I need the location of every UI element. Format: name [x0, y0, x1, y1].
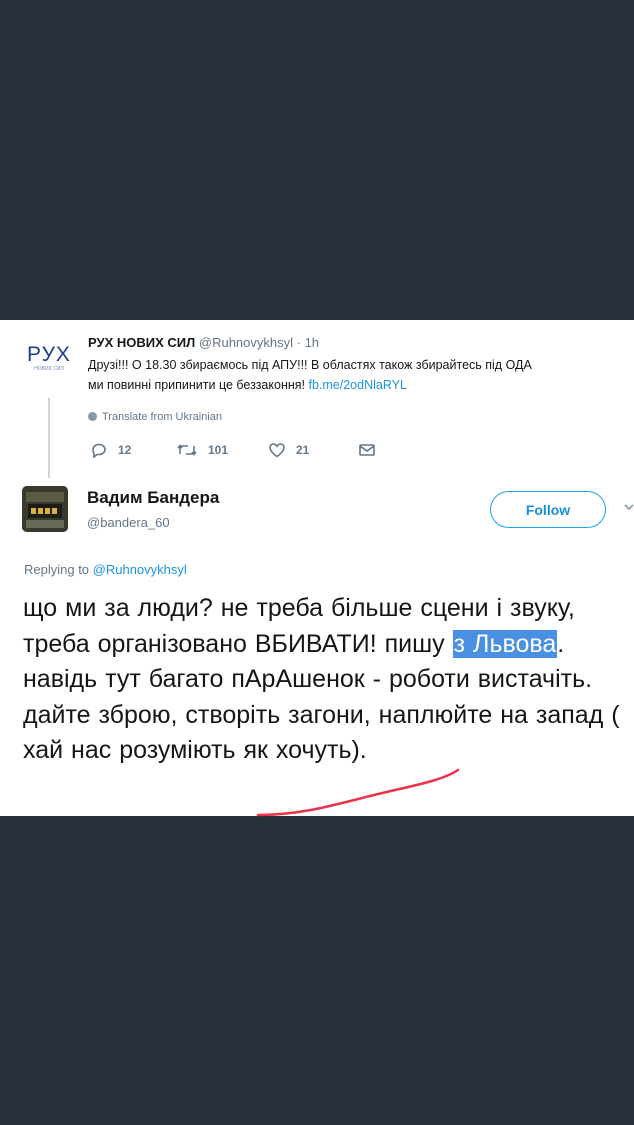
reply-icon — [92, 443, 106, 458]
tweet1-author-name[interactable]: РУХ НОВИХ СИЛ — [88, 335, 195, 350]
tweet2-author-handle[interactable]: @bandera_60 — [87, 515, 170, 530]
message-action[interactable] — [358, 442, 386, 458]
tweet1-text: Друзі!!! О 18.30 збираємось під АПУ!!! В… — [88, 355, 634, 395]
heart-icon — [269, 443, 285, 458]
reply-count: 12 — [118, 443, 132, 457]
tweet1-text-line1: Друзі!!! О 18.30 збираємось під АПУ!!! В… — [88, 358, 532, 372]
highlighted-text: з Львова — [452, 629, 558, 658]
like-action[interactable]: 21 — [268, 442, 309, 458]
tweet1-author-handle[interactable]: @Ruhnovykhsyl — [199, 335, 293, 350]
logo-subtext: НОВИХ СИЛ — [34, 366, 64, 372]
chevron-down-icon[interactable] — [624, 504, 634, 512]
tweet1-header: РУХ НОВИХ СИЛ @Ruhnovykhsyl · 1h — [88, 335, 319, 350]
replying-to: Replying to @Ruhnovykhsyl — [24, 562, 187, 577]
tweet1-text-line2: ми повинні припинити це беззаконня! — [88, 378, 305, 392]
avatar-image — [22, 486, 68, 532]
replying-mention[interactable]: @Ruhnovykhsyl — [93, 562, 187, 577]
like-count: 21 — [296, 443, 310, 457]
replying-prefix: Replying to — [24, 562, 93, 577]
globe-icon — [88, 412, 97, 421]
translate-label: Translate from Ukrainian — [102, 411, 223, 423]
tweet2-text: що ми за люди? не треба більше сцени і з… — [23, 591, 631, 769]
logo-text: РУХ — [27, 343, 71, 366]
ruh-logo[interactable]: РУХ НОВИХ СИЛ — [24, 344, 74, 378]
thread-line — [48, 398, 50, 478]
retweet-count: 101 — [208, 443, 229, 457]
translate-link[interactable]: Translate from Ukrainian — [88, 411, 222, 423]
tweet1-link[interactable]: fb.me/2odNlaRYL — [308, 378, 406, 392]
tweet1-text-line2-wrap: ми повинні припинити це беззаконня! fb.m… — [88, 375, 634, 395]
reply-action[interactable]: 12 — [90, 442, 131, 458]
tweet1-separator: · — [293, 335, 305, 350]
avatar[interactable] — [22, 486, 68, 532]
follow-button[interactable]: Follow — [490, 491, 606, 528]
retweet-icon — [177, 444, 197, 456]
tweet2-author-name[interactable]: Вадим Бандера — [87, 488, 219, 508]
envelope-icon — [359, 444, 375, 456]
retweet-action[interactable]: 101 — [176, 442, 228, 458]
tweet1-timestamp[interactable]: 1h — [305, 335, 319, 350]
